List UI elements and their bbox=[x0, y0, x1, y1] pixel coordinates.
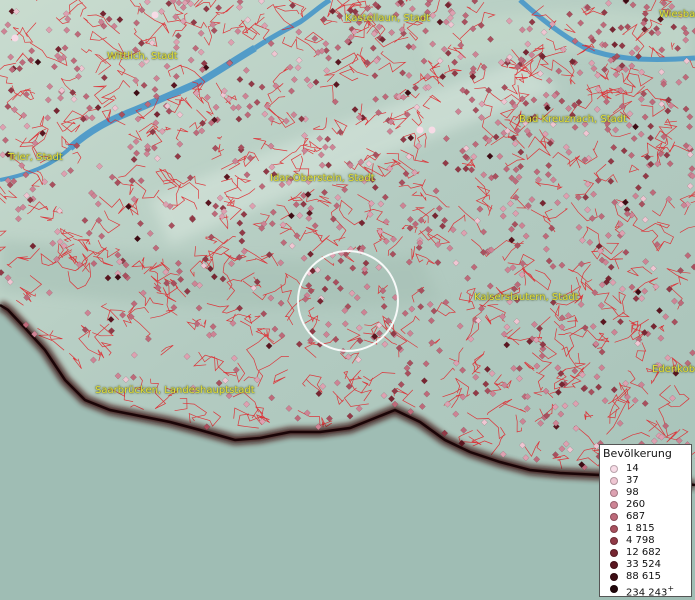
legend-label: 1 815 bbox=[626, 523, 655, 534]
population-symbol[interactable] bbox=[416, 126, 424, 134]
legend-swatch-icon bbox=[610, 549, 618, 557]
city-label-wiesbaden: Wiesbad bbox=[659, 9, 695, 20]
legend-swatch-icon bbox=[610, 525, 618, 533]
legend-label: 687 bbox=[626, 511, 646, 522]
legend-title: Bevölkerung bbox=[603, 447, 672, 460]
city-label-bad-kreuznach: Bad Kreuznach, Stadt bbox=[519, 114, 628, 125]
legend-label: 33 524 bbox=[626, 559, 661, 570]
legend-label: 88 615 bbox=[626, 571, 661, 582]
legend-swatch-icon bbox=[610, 465, 618, 473]
population-symbol[interactable] bbox=[151, 11, 159, 19]
population-symbol[interactable] bbox=[428, 126, 436, 134]
legend-label: 14 bbox=[626, 463, 639, 474]
legend-swatch-icon bbox=[610, 585, 618, 593]
legend-swatch-icon bbox=[610, 537, 618, 545]
legend-swatch-icon bbox=[610, 573, 618, 581]
legend-label: 37 bbox=[626, 475, 639, 486]
city-label-edenkoben: Edenkob bbox=[652, 364, 695, 375]
legend-swatch-icon bbox=[610, 501, 618, 509]
legend-label: 260 bbox=[626, 499, 646, 510]
legend-label: 12 682 bbox=[626, 547, 661, 558]
legend-label: 234 243+ bbox=[626, 584, 675, 599]
legend-plus-suffix: + bbox=[667, 584, 675, 593]
population-map[interactable]: Kastellaun, Stadt Wiesbad Wittlich, Stad… bbox=[0, 0, 695, 600]
legend-label: 98 bbox=[626, 487, 639, 498]
city-label-wittlich: Wittlich, Stadt bbox=[107, 51, 178, 62]
city-label-kastellaun: Kastellaun, Stadt bbox=[345, 13, 431, 24]
legend-swatch-icon bbox=[610, 513, 618, 521]
legend-label: 4 798 bbox=[626, 535, 655, 546]
city-label-saarbruecken: Saarbrücken, Landeshauptstadt bbox=[95, 385, 255, 396]
city-label-idar-oberstein: Idar-Oberstein, Stadt bbox=[270, 173, 375, 184]
city-label-kaiserslautern: Kaiserslautern, Stadt bbox=[474, 292, 579, 303]
city-label-trier: Trier, Stadt bbox=[8, 152, 63, 163]
map-canvas[interactable] bbox=[0, 0, 695, 600]
population-legend: Bevölkerung 14 37 98 260 687 1 815 4 798… bbox=[599, 444, 692, 599]
legend-swatch-icon bbox=[610, 489, 618, 497]
legend-swatch-icon bbox=[610, 561, 618, 569]
legend-swatch-icon bbox=[610, 477, 618, 485]
population-symbol[interactable] bbox=[11, 34, 19, 42]
